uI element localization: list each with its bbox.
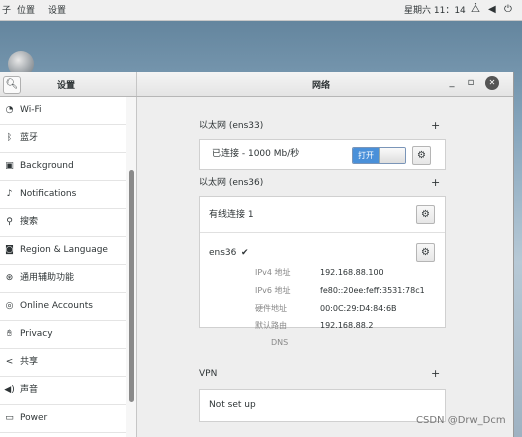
sidebar-item-background[interactable]: ▣ Background bbox=[0, 153, 126, 181]
vpn-title: VPN bbox=[199, 369, 218, 379]
camera-icon: ◙ bbox=[5, 245, 14, 255]
search-icon: 🔍︎ bbox=[5, 79, 19, 90]
panel-title: 网络 bbox=[312, 81, 331, 91]
settings-title: 设置 bbox=[57, 81, 76, 91]
ens33-card: 已连接 - 1000 Mb/秒 打开 ⚙ bbox=[199, 139, 446, 170]
power-icon[interactable]: ⏻ bbox=[504, 4, 512, 15]
gear-icon: ⚙ bbox=[421, 247, 430, 258]
ens33-toggle[interactable]: 打开 bbox=[352, 147, 406, 164]
sidebar-item-bluetooth[interactable]: ᛒ 蓝牙 bbox=[0, 125, 126, 153]
settings-window: 🔍︎ 设置 网络 _ ▫ ✕ ◔ Wi-Fi ᛒ 蓝牙 ▣ Background… bbox=[0, 72, 514, 437]
watermark: CSDN @Drw_Dcm bbox=[416, 415, 506, 426]
network-icon[interactable]: ⧊ bbox=[471, 4, 480, 15]
maximize-button[interactable]: ▫ bbox=[464, 76, 478, 90]
add-vpn-button[interactable]: + bbox=[431, 368, 440, 379]
sidebar-item-label: 通用辅助功能 bbox=[20, 273, 75, 283]
sidebar-item-label: 搜索 bbox=[20, 217, 39, 227]
background-icon: ▣ bbox=[5, 161, 14, 171]
toggle-knob bbox=[379, 148, 405, 163]
speaker-icon: ◀) bbox=[4, 385, 15, 395]
wired-connection-label: 有线连接 1 bbox=[209, 210, 254, 220]
header-separator bbox=[136, 72, 137, 96]
power-icon: ▭ bbox=[5, 413, 14, 423]
share-icon: < bbox=[5, 357, 14, 367]
bell-icon: ♪ bbox=[6, 189, 13, 199]
volume-icon[interactable]: ◀ bbox=[488, 4, 496, 15]
wired-settings-button[interactable]: ⚙ bbox=[416, 205, 435, 224]
ipv6-value: fe80::20ee:feff:3531:78c1 bbox=[320, 286, 425, 295]
header-bar: 🔍︎ 设置 网络 _ ▫ ✕ bbox=[0, 72, 513, 97]
vpn-status: Not set up bbox=[209, 400, 256, 410]
top-panel: 子 位置 设置 星期六 11：14 ⧊ ◀ ⏻ bbox=[0, 0, 522, 21]
sidebar-item-online-accounts[interactable]: ◎ Online Accounts bbox=[0, 293, 126, 321]
wifi-icon: ◔ bbox=[5, 105, 14, 115]
minimize-button[interactable]: _ bbox=[445, 76, 459, 90]
sidebar-item-label: Region & Language bbox=[20, 245, 108, 255]
default-route-label: 默认路由 bbox=[255, 321, 287, 330]
ipv6-label: IPv6 地址 bbox=[255, 286, 291, 295]
ens33-title: 以太网 (ens33) bbox=[199, 121, 264, 131]
sidebar: ◔ Wi-Fi ᛒ 蓝牙 ▣ Background ♪ Notification… bbox=[0, 97, 126, 437]
sidebar-item-accessibility[interactable]: ⊛ 通用辅助功能 bbox=[0, 265, 126, 293]
sidebar-item-power[interactable]: ▭ Power bbox=[0, 405, 126, 433]
menu-partial[interactable]: 子 bbox=[2, 3, 11, 16]
add-ens36-button[interactable]: + bbox=[431, 177, 440, 188]
device-settings-button[interactable]: ⚙ bbox=[416, 243, 435, 262]
sidebar-scrollbar[interactable] bbox=[129, 170, 134, 402]
online-accounts-icon: ◎ bbox=[5, 301, 14, 311]
sidebar-item-privacy[interactable]: ✋︎ Privacy bbox=[0, 321, 126, 349]
ens36-card: 有线连接 1 ⚙ ens36 ✔ ⚙ IPv4 地址 192.168.88.10… bbox=[199, 196, 446, 347]
ens36-title: 以太网 (ens36) bbox=[199, 178, 264, 188]
sidebar-item-sound[interactable]: ◀) 声音 bbox=[0, 377, 126, 405]
dns-label: DNS bbox=[271, 338, 289, 347]
gear-icon: ⚙ bbox=[421, 209, 430, 220]
ipv4-value: 192.168.88.100 bbox=[320, 268, 384, 277]
search-button[interactable]: 🔍︎ bbox=[3, 76, 21, 94]
sidebar-item-notifications[interactable]: ♪ Notifications bbox=[0, 181, 126, 209]
accessibility-icon: ⊛ bbox=[5, 273, 14, 283]
sidebar-item-label: Power bbox=[20, 413, 48, 423]
close-button[interactable]: ✕ bbox=[485, 76, 499, 90]
sidebar-item-search[interactable]: ⚲ 搜索 bbox=[0, 209, 126, 237]
add-ens33-button[interactable]: + bbox=[431, 120, 440, 131]
checkmark-icon: ✔ bbox=[241, 248, 249, 258]
hand-icon: ✋︎ bbox=[6, 329, 13, 339]
ipv4-label: IPv4 地址 bbox=[255, 268, 291, 277]
sidebar-item-label: Background bbox=[20, 161, 74, 171]
toggle-on-label: 打开 bbox=[353, 148, 379, 163]
sidebar-item-sharing[interactable]: < 共享 bbox=[0, 349, 126, 377]
menu-settings[interactable]: 设置 bbox=[48, 3, 66, 16]
sidebar-item-label: 蓝牙 bbox=[20, 133, 39, 143]
hardware-address-value: 00:0C:29:D4:84:6B bbox=[320, 304, 397, 313]
ens33-settings-button[interactable]: ⚙ bbox=[412, 146, 431, 165]
sidebar-item-region-language[interactable]: ◙ Region & Language bbox=[0, 237, 126, 265]
search-icon: ⚲ bbox=[6, 217, 13, 227]
sidebar-item-label: Notifications bbox=[20, 189, 77, 199]
card-divider bbox=[200, 232, 445, 233]
gear-icon: ⚙ bbox=[417, 150, 426, 161]
bluetooth-icon: ᛒ bbox=[6, 133, 13, 143]
sidebar-item-label: 共享 bbox=[20, 357, 39, 367]
clock[interactable]: 星期六 11：14 bbox=[404, 3, 466, 16]
sidebar-item-wifi[interactable]: ◔ Wi-Fi bbox=[0, 97, 126, 125]
sidebar-item-label: Online Accounts bbox=[20, 301, 93, 311]
ens33-status: 已连接 - 1000 Mb/秒 bbox=[212, 149, 300, 159]
sidebar-item-label: Privacy bbox=[20, 329, 53, 339]
default-route-value: 192.168.88.2 bbox=[320, 321, 374, 330]
network-panel: 以太网 (ens33) + 已连接 - 1000 Mb/秒 打开 ⚙ 以太网 (… bbox=[137, 97, 513, 437]
hardware-address-label: 硬件地址 bbox=[255, 304, 287, 313]
device-name: ens36 bbox=[209, 248, 237, 258]
vpn-card: Not set up bbox=[199, 389, 446, 422]
sidebar-item-label: 声音 bbox=[20, 385, 39, 395]
sidebar-item-label: Wi-Fi bbox=[20, 105, 42, 115]
menu-location[interactable]: 位置 bbox=[17, 3, 35, 16]
